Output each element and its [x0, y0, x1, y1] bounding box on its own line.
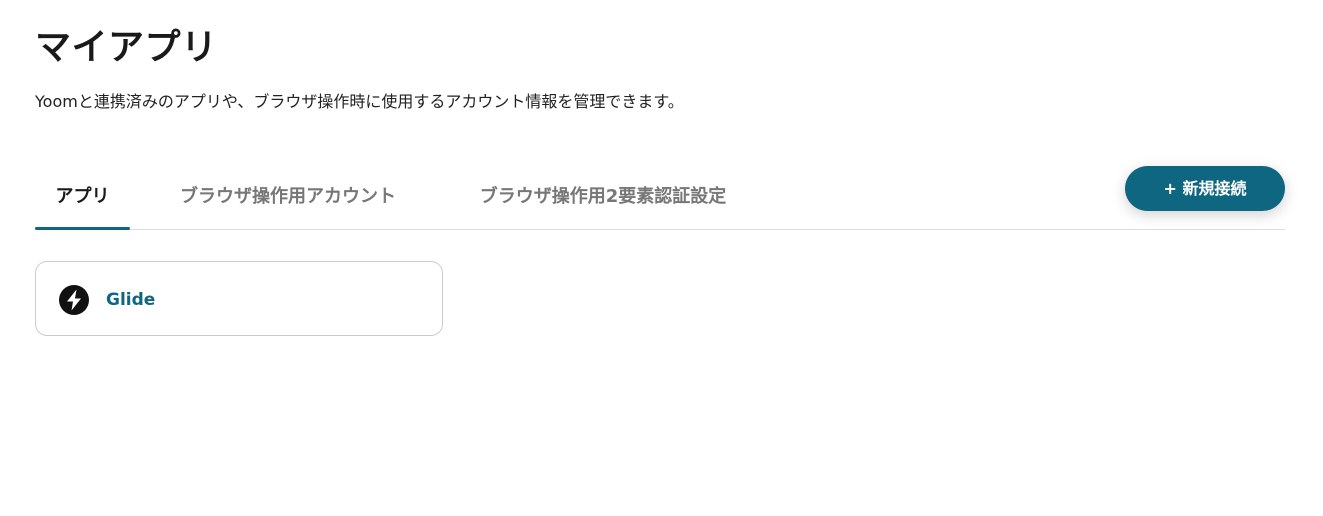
tab-browser-2fa-settings[interactable]: ブラウザ操作用2要素認証設定: [465, 172, 741, 229]
tab-apps[interactable]: アプリ: [35, 172, 130, 230]
tab-bar: アプリ ブラウザ操作用アカウント ブラウザ操作用2要素認証設定: [35, 172, 1285, 230]
new-connection-button[interactable]: + 新規接続: [1125, 166, 1285, 211]
app-card-glide[interactable]: Glide: [35, 261, 443, 336]
tab-browser-account[interactable]: ブラウザ操作用アカウント: [173, 172, 403, 229]
page-title: マイアプリ: [35, 27, 218, 68]
glide-logo-icon: [59, 285, 89, 315]
page-description: Yoomと連携済みのアプリや、ブラウザ操作時に使用するアカウント情報を管理できま…: [35, 92, 684, 111]
app-name: Glide: [106, 290, 156, 310]
